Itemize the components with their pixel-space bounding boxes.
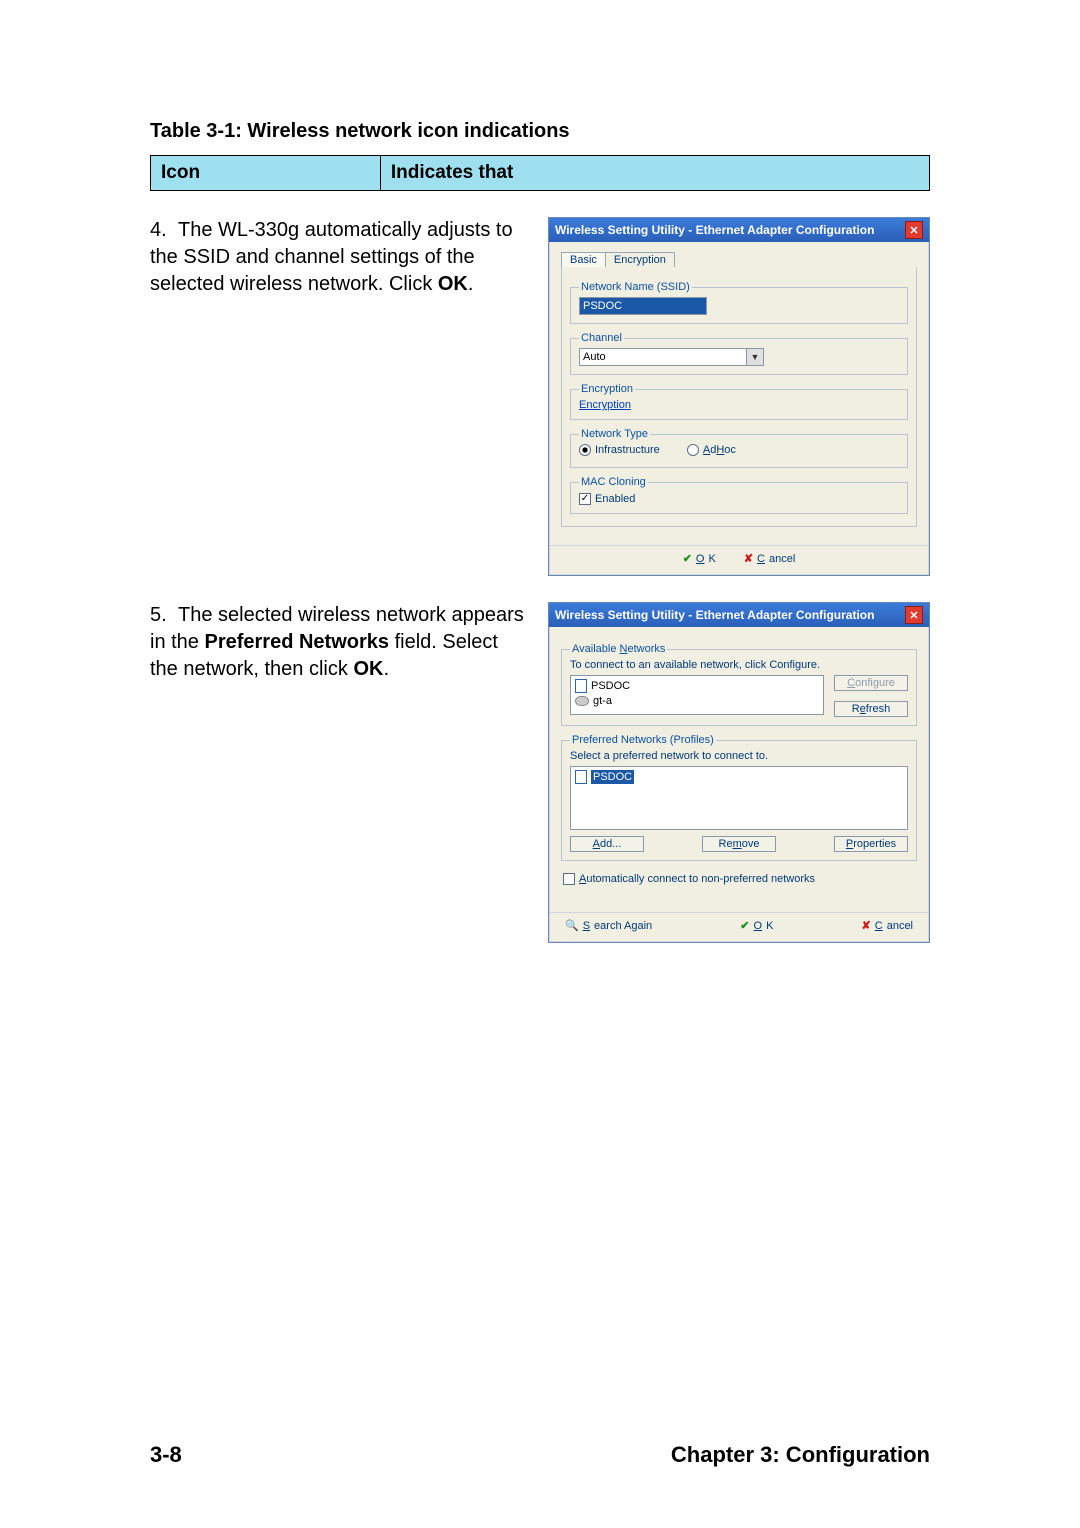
chevron-down-icon: ▼ (746, 349, 763, 365)
tab-basic[interactable]: Basic (561, 252, 606, 267)
search-icon: 🔍 (565, 919, 579, 932)
dialog-title-bar: Wireless Setting Utility - Ethernet Adap… (549, 603, 929, 627)
dialog-buttons: ✔OK ✘Cancel (549, 545, 929, 575)
check-enabled[interactable]: Enabled (579, 493, 635, 505)
group-network-type: Network Type Infrastructure Ad Hoc (570, 428, 908, 468)
group-encryption: Encryption Encryption (570, 383, 908, 420)
dialog-title-bar: Wireless Setting Utility - Ethernet Adap… (549, 218, 929, 242)
dialog-tabs: BasicEncryption (561, 252, 917, 267)
step-5: 5.The selected wireless network appears … (150, 602, 930, 943)
dialog-basic-config: Wireless Setting Utility - Ethernet Adap… (548, 217, 930, 576)
properties-button[interactable]: Properties (834, 836, 908, 852)
cancel-button[interactable]: ✘Cancel (862, 919, 913, 932)
dialog-title: Wireless Setting Utility - Ethernet Adap… (555, 223, 874, 237)
access-point-icon (575, 679, 587, 693)
dialog-body: Available Networks To connect to an avai… (549, 627, 929, 906)
x-icon: ✘ (862, 919, 871, 932)
tab-encryption[interactable]: Encryption (605, 252, 675, 267)
dialog-title: Wireless Setting Utility - Ethernet Adap… (555, 608, 874, 622)
group-available-networks: Available Networks To connect to an avai… (561, 643, 917, 726)
preferred-hint: Select a preferred network to connect to… (570, 750, 908, 762)
step-4: 4.The WL-330g automatically adjusts to t… (150, 217, 930, 576)
search-again-button[interactable]: 🔍Search Again (565, 919, 652, 932)
close-icon[interactable]: ✕ (905, 606, 923, 624)
step-5-text: 5.The selected wireless network appears … (150, 602, 548, 683)
dialog-body: BasicEncryption Network Name (SSID) PSDO… (549, 242, 929, 539)
step-5-number: 5. (150, 602, 178, 629)
group-preferred-networks: Preferred Networks (Profiles) Select a p… (561, 734, 917, 861)
add-button[interactable]: Add... (570, 836, 644, 852)
ok-button[interactable]: ✔OK (683, 552, 716, 565)
radio-infrastructure[interactable]: Infrastructure (579, 444, 660, 456)
chapter-title: Chapter 3: Configuration (671, 1442, 930, 1468)
icon-indications-table: Icon Indicates that (150, 155, 930, 191)
channel-select[interactable]: Auto ▼ (579, 348, 764, 366)
remove-button[interactable]: Remove (702, 836, 776, 852)
access-point-icon (575, 770, 587, 784)
wireless-device-icon (575, 696, 589, 706)
dialog-buttons: 🔍Search Again ✔OK ✘Cancel (549, 912, 929, 942)
group-mac-cloning: MAC Cloning Enabled (570, 476, 908, 514)
page-number: 3-8 (150, 1442, 182, 1468)
encryption-link[interactable]: Encryption (579, 399, 631, 411)
step-4-number: 4. (150, 217, 178, 244)
step-4-text: 4.The WL-330g automatically adjusts to t… (150, 217, 548, 298)
preferred-networks-list[interactable]: PSDOC (570, 766, 908, 830)
checkmark-icon: ✔ (740, 919, 749, 932)
dialog-networks: Wireless Setting Utility - Ethernet Adap… (548, 602, 930, 943)
radio-adhoc[interactable]: Ad Hoc (687, 444, 736, 456)
table-caption: Table 3-1: Wireless network icon indicat… (150, 120, 930, 143)
table-header-desc: Indicates that (380, 156, 929, 191)
group-ssid: Network Name (SSID) PSDOC (570, 281, 908, 324)
available-networks-list[interactable]: PSDOC gt-a (570, 675, 824, 715)
ok-button[interactable]: ✔OK (740, 919, 773, 932)
x-icon: ✘ (744, 552, 753, 565)
document-page: Table 3-1: Wireless network icon indicat… (0, 0, 1080, 1528)
ssid-input[interactable]: PSDOC (579, 297, 707, 315)
available-hint: To connect to an available network, clic… (570, 659, 908, 671)
cancel-button[interactable]: ✘Cancel (744, 552, 795, 565)
group-channel: Channel Auto ▼ (570, 332, 908, 375)
close-icon[interactable]: ✕ (905, 221, 923, 239)
table-header-icon: Icon (151, 156, 381, 191)
check-auto-connect[interactable]: Automatically connect to non-preferred n… (563, 873, 815, 885)
checkmark-icon: ✔ (683, 552, 692, 565)
page-footer: 3-8 Chapter 3: Configuration (150, 1442, 930, 1468)
refresh-button[interactable]: Refresh (834, 701, 908, 717)
configure-button[interactable]: Configure (834, 675, 908, 691)
